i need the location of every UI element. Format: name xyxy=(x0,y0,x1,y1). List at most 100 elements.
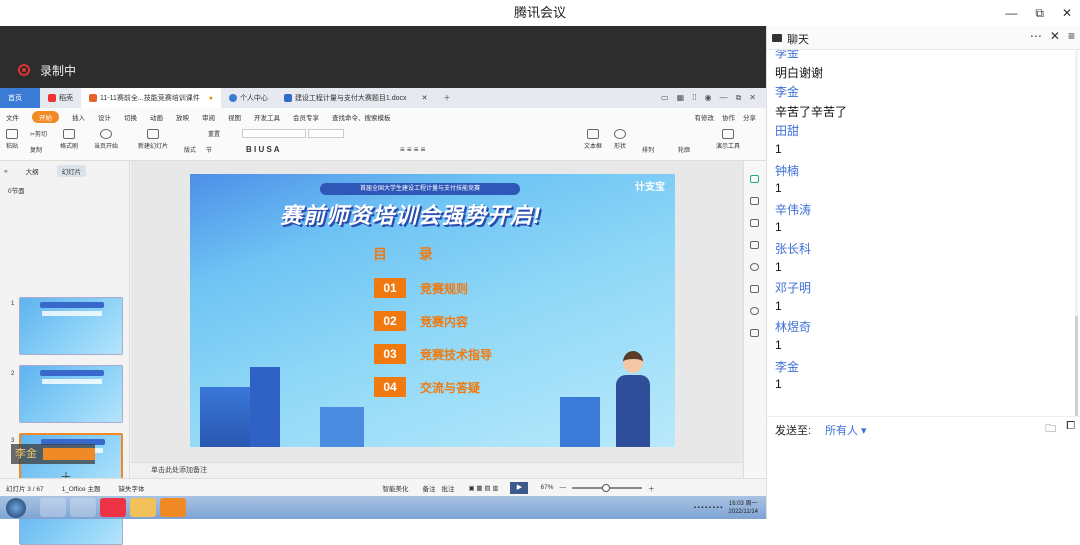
shape-button[interactable]: 形状 xyxy=(614,129,626,150)
tab-label: 建设工程计量与支付大赛题目1.docx xyxy=(294,95,407,102)
record-icon[interactable] xyxy=(18,64,30,76)
tab-slides[interactable]: 幻灯片 xyxy=(56,165,87,177)
start-button[interactable] xyxy=(6,497,26,518)
close-icon[interactable]: ✕ xyxy=(749,93,756,103)
apps-icon[interactable]: ⁞⁞ xyxy=(692,93,696,103)
reset-button[interactable]: 重置 xyxy=(208,129,220,138)
menu-design[interactable]: 设计 xyxy=(98,112,111,122)
menu-animation[interactable]: 动画 xyxy=(150,112,163,122)
menu-icon[interactable]: ≡ xyxy=(1068,29,1075,43)
tray-icons[interactable]: ▪ ▪ ▪ ▪ ▪ ▪ ▪ ▪ xyxy=(694,505,723,511)
layout-button[interactable]: 版式 xyxy=(184,145,196,154)
outline-button[interactable]: 轮廓 xyxy=(678,145,690,154)
system-tray: ▪ ▪ ▪ ▪ ▪ ▪ ▪ ▪ 16:03 周一 2022/11/14 xyxy=(694,500,766,516)
menu-view[interactable]: 视图 xyxy=(228,112,241,122)
more-icon[interactable]: ⋯ xyxy=(1030,29,1042,43)
tab-ppt-file[interactable]: 11-11赛前全...技能竞赛培训课件 ● xyxy=(81,88,221,108)
tab-daoke[interactable]: 稻壳 xyxy=(40,88,81,108)
textbox-button[interactable]: 文本框 xyxy=(584,129,602,150)
ribbon: 粘贴 ✂剪切 复制 格式刷 当页开始 新建幻灯片 版式 节 重置 B I U S… xyxy=(0,125,766,161)
location-icon[interactable] xyxy=(750,307,759,315)
avatar[interactable]: ◉ xyxy=(705,93,712,103)
copy-button[interactable]: 复制 xyxy=(30,145,42,154)
ie-icon[interactable] xyxy=(40,498,66,517)
wps-icon[interactable] xyxy=(100,498,126,517)
menu-dev-tools[interactable]: 开发工具 xyxy=(254,112,280,122)
restore-icon[interactable]: ⧉ xyxy=(736,93,742,103)
menu-start[interactable]: 开始 xyxy=(32,110,59,123)
modified-button[interactable]: 有修改 xyxy=(695,112,715,122)
tab-outline[interactable]: 大纲 xyxy=(26,166,39,176)
paste-button[interactable]: 粘贴 xyxy=(6,129,18,150)
notes-button[interactable]: 备注 xyxy=(422,483,435,493)
tab-personal-center[interactable]: 个人中心 xyxy=(221,88,276,108)
menu-slideshow[interactable]: 放映 xyxy=(176,112,189,122)
menu-review[interactable]: 审阅 xyxy=(202,112,215,122)
slide-thumbnail[interactable] xyxy=(19,297,123,355)
copy-icon[interactable] xyxy=(750,241,759,249)
recipient-select[interactable]: 所有人 ▾ xyxy=(825,422,867,438)
zoom-knob[interactable] xyxy=(601,483,610,492)
zoom-out-icon[interactable]: — xyxy=(559,484,566,491)
grid-icon[interactable]: ▦ xyxy=(677,93,685,103)
tab-home[interactable]: 首页 xyxy=(0,88,40,108)
section-button[interactable]: 节 xyxy=(206,145,212,154)
image-icon[interactable] xyxy=(750,285,759,293)
settings-icon[interactable] xyxy=(750,197,759,205)
play-current-button[interactable]: 当页开始 xyxy=(94,129,118,150)
new-tab-button[interactable]: ＋ xyxy=(435,88,458,108)
menu-transition[interactable]: 切换 xyxy=(124,112,137,122)
collapse-icon[interactable]: « xyxy=(4,168,8,175)
font-name-select[interactable] xyxy=(242,129,306,138)
close-chat-icon[interactable]: ✕ xyxy=(1050,29,1060,43)
wps-window: 首页 稻壳 11-11赛前全...技能竞赛培训课件 ● 个人中心 建设工程计量与支… xyxy=(0,88,766,545)
slide-thumbnail[interactable] xyxy=(19,365,123,423)
smart-beautify-button[interactable]: 智能美化 xyxy=(382,483,408,493)
font-size-select[interactable] xyxy=(308,129,344,138)
pin-icon[interactable] xyxy=(750,219,759,227)
menu-file[interactable]: 文件 xyxy=(6,112,19,122)
chat-messages[interactable]: 李金 明白谢谢 李金 辛苦了辛苦了 田甜 1 钟楠 1 辛伟涛 1 张长科 1 邓子明 1 林煜奇 1 李金 1 xyxy=(767,50,1075,416)
screenshot-icon[interactable]: ⧠ xyxy=(1066,420,1075,439)
minimize-icon[interactable]: — xyxy=(720,93,728,103)
menu-insert[interactable]: 插入 xyxy=(72,112,85,122)
folder-icon[interactable] xyxy=(130,498,156,517)
recording-label: 录制中 xyxy=(40,64,77,78)
align-icons[interactable]: ≡ ≡ ≡ ≡ xyxy=(400,145,425,154)
arrange-button[interactable]: 排列 xyxy=(642,145,654,154)
view-normal-icon[interactable]: ▣ ▦ ▤ ▥ xyxy=(468,484,498,492)
close-button[interactable]: ✕ xyxy=(1062,0,1072,26)
green-icon[interactable] xyxy=(750,175,759,183)
toc-number: 03 xyxy=(374,344,406,364)
frame-icon[interactable] xyxy=(750,329,759,337)
presenter-tools-button[interactable]: 演示工具 xyxy=(716,129,740,150)
bold-icon[interactable]: B I U S A xyxy=(246,145,279,154)
current-slide[interactable]: 首届全国大学生建设工程计量与支付技能竞赛 计支宝 赛前师资培训会强势开启! 目 … xyxy=(190,174,675,447)
scroll-thumb[interactable] xyxy=(1075,316,1078,416)
chat-scrollbar[interactable] xyxy=(1075,50,1078,416)
meeting-icon[interactable] xyxy=(70,498,96,517)
new-slide-icon xyxy=(147,129,159,139)
menu-search[interactable]: 查找命令、搜索模板 xyxy=(332,112,391,122)
layout-icon[interactable]: ▭ xyxy=(661,93,669,103)
theme-name: 1_Office 主题 xyxy=(61,485,101,493)
help-icon[interactable] xyxy=(750,263,759,271)
restore-button[interactable]: ⧉ xyxy=(1035,0,1044,26)
close-tab-icon[interactable]: ✕ xyxy=(422,94,428,102)
slideshow-play-button[interactable]: ▶ xyxy=(510,481,529,494)
minimize-button[interactable]: — xyxy=(1005,0,1017,26)
notes-area[interactable]: 单击此处添加备注 xyxy=(131,462,743,478)
tab-docx-file[interactable]: 建设工程计量与支付大赛题目1.docx ✕ xyxy=(276,88,436,108)
media-icon[interactable] xyxy=(160,498,186,517)
new-slide-button[interactable]: 新建幻灯片 xyxy=(138,129,168,150)
folder-icon[interactable]: 🗀 xyxy=(1045,420,1056,439)
zoom-slider[interactable] xyxy=(571,483,642,492)
cut-button[interactable]: ✂剪切 xyxy=(30,129,47,138)
missing-font-button[interactable]: 缺失字体 xyxy=(118,483,144,493)
comment-button[interactable]: 批注 xyxy=(441,483,454,493)
format-painter-button[interactable]: 格式刷 xyxy=(60,129,78,150)
share-button[interactable]: 分享 xyxy=(743,112,756,122)
zoom-in-icon[interactable]: ＋ xyxy=(648,483,655,493)
collab-button[interactable]: 协作 xyxy=(722,112,735,122)
menu-member[interactable]: 会员专享 xyxy=(293,112,319,122)
